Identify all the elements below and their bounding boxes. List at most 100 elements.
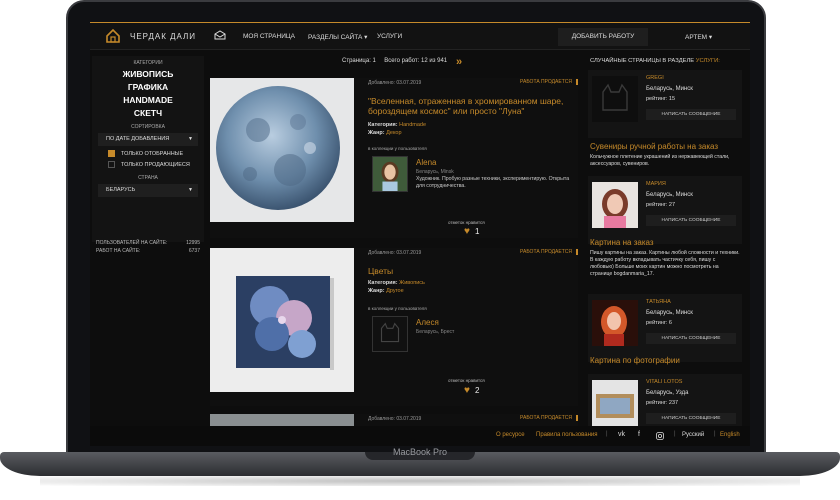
send-message-button[interactable]: НАПИСАТЬ СООБЩЕНИЕ: [646, 109, 736, 120]
send-message-button[interactable]: НАПИСАТЬ СООБЩЕНИЕ: [646, 413, 736, 424]
instagram-icon[interactable]: [656, 432, 664, 440]
site-name[interactable]: ЧЕРДАК ДАЛИ: [130, 32, 196, 41]
user-card: ТАТЬЯНА Беларусь, Минск рейтинг: 6 НАПИС…: [588, 294, 742, 362]
avatar[interactable]: [592, 300, 638, 346]
nav-services[interactable]: УСЛУГИ: [377, 33, 402, 40]
for-sale-badge: РАБОТА ПРОДАЕТСЯ: [520, 415, 578, 421]
checkbox-selected-only[interactable]: ТОЛЬКО ОТОБРАННЫЕ: [108, 150, 204, 157]
service-text: Кольчужное плетение украшений из нержаве…: [590, 154, 730, 167]
likes-count: 1: [474, 227, 480, 236]
category-link[interactable]: Handmade: [399, 122, 426, 128]
next-page-icon[interactable]: »: [456, 56, 462, 68]
heart-icon[interactable]: ♥: [464, 385, 470, 396]
categories-heading: КАТЕГОРИИ: [133, 60, 163, 66]
work-image-flowers[interactable]: [210, 248, 354, 392]
rating-value: 237: [668, 400, 679, 406]
added-date: Добавлено: 03.07.2019: [368, 250, 422, 256]
work-card: Добавлено: 03.07.2019 РАБОТА ПРОДАЕТСЯ Ц…: [210, 248, 578, 406]
collector-description: Художник. Пробую разные техники, экспери…: [416, 176, 570, 189]
checkbox-selected-label: ТОЛЬКО ОТОБРАННЫЕ: [121, 150, 184, 157]
mail-icon[interactable]: [214, 30, 226, 40]
services-link[interactable]: УСЛУГИ:: [696, 58, 720, 64]
work-card: Добавлено: 03.07.2019 РАБОТА ПРОДАЕТСЯ: [210, 414, 578, 426]
service-title[interactable]: Картина на заказ: [590, 238, 654, 247]
collector-card: Alena Беларусь, Minsk Художник. Пробую р…: [372, 156, 577, 196]
nav-my-page[interactable]: МОЯ СТРАНИЦА: [243, 33, 295, 40]
work-genre: Жанр: Декор: [368, 130, 402, 136]
user-name[interactable]: ТАТЬЯНА: [646, 299, 671, 305]
user-menu[interactable]: АРТЕМ ▾: [685, 33, 712, 41]
random-pages-heading: СЛУЧАЙНЫЕ СТРАНИЦЫ В РАЗДЕЛЕ УСЛУГИ:: [590, 58, 720, 64]
work-category: Категория: Живопись: [368, 280, 425, 286]
work-genre: Жанр: Другое: [368, 288, 404, 294]
user-rating: рейтинг: 6: [646, 320, 672, 326]
collector-card: Алеся Беларусь, Брест: [372, 316, 577, 356]
avatar[interactable]: [372, 156, 408, 192]
send-message-button[interactable]: НАПИСАТЬ СООБЩЕНИЕ: [646, 333, 736, 344]
work-image[interactable]: [210, 414, 354, 426]
home-logo-icon[interactable]: [106, 29, 120, 43]
sort-heading: СОРТИРОВКА: [131, 124, 165, 130]
rules-link[interactable]: Правила пользования: [536, 432, 598, 438]
about-link[interactable]: О ресурсе: [496, 432, 525, 438]
rating-value: 6: [668, 320, 672, 326]
user-location: Беларусь, Минск: [646, 310, 693, 316]
lang-ru[interactable]: Русский: [682, 432, 704, 438]
category-key: Категория:: [368, 122, 398, 128]
collector-name[interactable]: Alena: [416, 158, 436, 167]
category-link[interactable]: Живопись: [399, 280, 425, 286]
likes-counter[interactable]: ♥ 2: [464, 385, 479, 396]
avatar[interactable]: [592, 380, 638, 426]
category-sketch[interactable]: СКЕТЧ: [92, 108, 204, 118]
user-location: Беларусь, Минск: [646, 86, 693, 92]
laptop-shadow: [40, 476, 800, 486]
checkbox-for-sale-only[interactable]: ТОЛЬКО ПРОДАЮЩИЕСЯ: [108, 161, 204, 168]
user-name[interactable]: VITALI LOTOS: [646, 379, 682, 385]
service-title[interactable]: Картина по фотографии: [590, 356, 680, 365]
stats-works-label: РАБОТ НА САЙТЕ:: [96, 248, 141, 254]
genre-link[interactable]: Декор: [386, 130, 401, 136]
category-painting[interactable]: ЖИВОПИСЬ: [92, 69, 204, 79]
genre-link[interactable]: Другое: [386, 288, 403, 294]
checkbox-checked-icon[interactable]: [108, 150, 115, 157]
user-location: Беларусь, Минск: [646, 192, 693, 198]
for-sale-badge: РАБОТА ПРОДАЕТСЯ: [520, 79, 578, 85]
user-name[interactable]: МАРИЯ: [646, 181, 666, 187]
rating-label: рейтинг:: [646, 320, 668, 326]
likes-counter[interactable]: ♥ 1: [464, 226, 479, 237]
work-category: Категория: Handmade: [368, 122, 426, 128]
avatar[interactable]: [592, 182, 638, 228]
category-graphics[interactable]: ГРАФИКА: [92, 82, 204, 92]
genre-key: Жанр:: [368, 130, 385, 136]
likes-label: отметок нравится: [448, 220, 485, 225]
lang-en[interactable]: English: [720, 432, 740, 438]
site-footer: О ресурсе Правила пользования | vk f | Р…: [90, 426, 750, 446]
sort-select[interactable]: ПО ДАТЕ ДОБАВЛЕНИЯ ▼: [98, 133, 198, 146]
avatar[interactable]: [592, 76, 638, 122]
service-title[interactable]: Сувениры ручной работы на заказ: [590, 142, 718, 151]
add-work-button[interactable]: ДОБАВИТЬ РАБОТУ: [558, 28, 648, 46]
send-message-button[interactable]: НАПИСАТЬ СООБЩЕНИЕ: [646, 215, 736, 226]
nav-sections[interactable]: РАЗДЕЛЫ САЙТА ▾: [308, 33, 367, 41]
pager-total: Всего работ: 12 из 941: [384, 58, 448, 64]
avatar[interactable]: [372, 316, 408, 352]
work-info: Добавлено: 03.07.2019 РАБОТА ПРОДАЕТСЯ Ц…: [368, 248, 578, 406]
collector-name[interactable]: Алеся: [416, 318, 439, 327]
work-image-moon[interactable]: [210, 78, 354, 222]
service-text: Пишу картины на заказ. Картины любой сло…: [590, 250, 740, 277]
work-title[interactable]: "Вселенная, отраженная в хромированном ш…: [368, 96, 573, 116]
vk-icon[interactable]: vk: [618, 431, 625, 438]
work-title[interactable]: Цветы: [368, 266, 573, 276]
pager: Страница: 1 Всего работ: 12 из 941: [342, 58, 447, 64]
country-select[interactable]: БЕЛАРУСЬ ▼: [98, 184, 198, 197]
added-date: Добавлено: 03.07.2019: [368, 80, 422, 86]
user-name[interactable]: GREGI: [646, 75, 664, 81]
rating-label: рейтинг:: [646, 400, 668, 406]
screen: ЧЕРДАК ДАЛИ МОЯ СТРАНИЦА РАЗДЕЛЫ САЙТА ▾…: [90, 22, 750, 446]
country-value: БЕЛАРУСЬ: [106, 187, 136, 193]
category-handmade[interactable]: HANDMADE: [92, 95, 204, 105]
genre-key: Жанр:: [368, 288, 385, 294]
heart-icon[interactable]: ♥: [464, 226, 470, 237]
facebook-icon[interactable]: f: [638, 431, 640, 438]
checkbox-empty-icon[interactable]: [108, 161, 115, 168]
